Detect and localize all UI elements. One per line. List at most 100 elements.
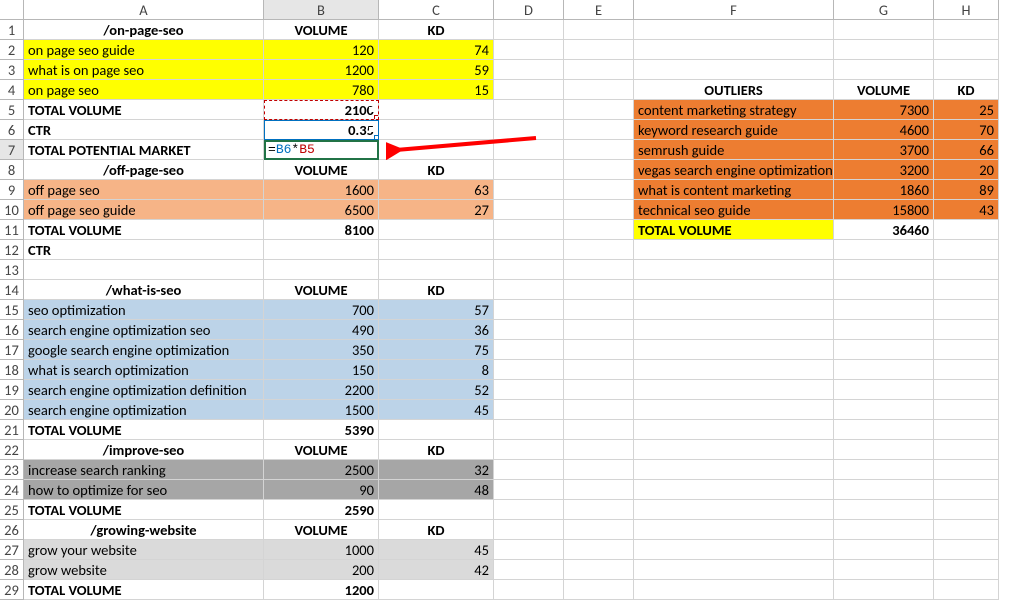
cell[interactable] bbox=[834, 480, 934, 500]
row-27[interactable]: 27 bbox=[0, 540, 24, 560]
cell[interactable] bbox=[494, 260, 564, 280]
cell[interactable] bbox=[564, 320, 634, 340]
cell[interactable] bbox=[934, 320, 999, 340]
cell[interactable]: 74 bbox=[379, 40, 494, 60]
cell[interactable] bbox=[564, 20, 634, 40]
cell[interactable]: TOTAL VOLUME bbox=[24, 220, 264, 240]
row-24[interactable]: 24 bbox=[0, 480, 24, 500]
cell[interactable]: TOTAL VOLUME bbox=[24, 100, 264, 120]
col-H[interactable]: H bbox=[934, 0, 999, 20]
cell[interactable] bbox=[494, 160, 564, 180]
cell[interactable] bbox=[564, 260, 634, 280]
cell[interactable]: 27 bbox=[379, 200, 494, 220]
cell[interactable] bbox=[934, 500, 999, 520]
cell[interactable]: search engine optimization definition bbox=[24, 380, 264, 400]
cell[interactable]: 36 bbox=[379, 320, 494, 340]
cell[interactable] bbox=[264, 240, 379, 260]
cell[interactable]: semrush guide bbox=[634, 140, 834, 160]
cell[interactable] bbox=[564, 140, 634, 160]
cell[interactable]: how to optimize for seo bbox=[24, 480, 264, 500]
row-7[interactable]: 7 bbox=[0, 140, 24, 160]
cell[interactable]: 32 bbox=[379, 460, 494, 480]
cell[interactable] bbox=[564, 80, 634, 100]
cell[interactable]: 2200 bbox=[264, 380, 379, 400]
cell[interactable] bbox=[494, 500, 564, 520]
cell[interactable] bbox=[564, 560, 634, 580]
cell[interactable] bbox=[934, 20, 999, 40]
cell[interactable] bbox=[634, 240, 834, 260]
cell-B7-editing[interactable]: =B6*B5 bbox=[264, 140, 379, 160]
cell[interactable]: 52 bbox=[379, 380, 494, 400]
cell[interactable]: 36460 bbox=[834, 220, 934, 240]
cell[interactable] bbox=[564, 540, 634, 560]
cell[interactable] bbox=[834, 360, 934, 380]
cell[interactable]: what is content marketing bbox=[634, 180, 834, 200]
cell[interactable] bbox=[494, 180, 564, 200]
cell[interactable] bbox=[634, 300, 834, 320]
cell[interactable]: 8100 bbox=[264, 220, 379, 240]
cell[interactable] bbox=[379, 420, 494, 440]
cell[interactable] bbox=[494, 220, 564, 240]
cell[interactable]: VOLUME bbox=[834, 80, 934, 100]
cell[interactable]: on page seo guide bbox=[24, 40, 264, 60]
select-all-corner[interactable] bbox=[0, 0, 24, 20]
cell[interactable] bbox=[834, 340, 934, 360]
cell[interactable]: KD bbox=[379, 20, 494, 40]
row-11[interactable]: 11 bbox=[0, 220, 24, 240]
cell[interactable] bbox=[564, 180, 634, 200]
row-6[interactable]: 6 bbox=[0, 120, 24, 140]
cell[interactable] bbox=[494, 420, 564, 440]
cell[interactable] bbox=[564, 240, 634, 260]
cell[interactable] bbox=[494, 360, 564, 380]
cell[interactable] bbox=[494, 520, 564, 540]
cell[interactable] bbox=[564, 220, 634, 240]
cell[interactable]: 63 bbox=[379, 180, 494, 200]
cell[interactable] bbox=[834, 400, 934, 420]
row-19[interactable]: 19 bbox=[0, 380, 24, 400]
cell[interactable] bbox=[379, 120, 494, 140]
cell[interactable] bbox=[634, 500, 834, 520]
cell[interactable] bbox=[934, 460, 999, 480]
cell[interactable] bbox=[494, 140, 564, 160]
cell[interactable]: VOLUME bbox=[264, 160, 379, 180]
cell-B5[interactable]: 2100 bbox=[264, 100, 379, 120]
cell[interactable]: vegas search engine optimization bbox=[634, 160, 834, 180]
cell[interactable]: what is on page seo bbox=[24, 60, 264, 80]
cell[interactable]: 42 bbox=[379, 560, 494, 580]
cell[interactable]: google search engine optimization bbox=[24, 340, 264, 360]
cell[interactable] bbox=[634, 320, 834, 340]
cell[interactable]: TOTAL VOLUME bbox=[24, 420, 264, 440]
cell[interactable]: what is search optimization bbox=[24, 360, 264, 380]
cell[interactable]: 75 bbox=[379, 340, 494, 360]
cell[interactable] bbox=[564, 460, 634, 480]
cell[interactable]: VOLUME bbox=[264, 440, 379, 460]
cell[interactable] bbox=[494, 440, 564, 460]
cell[interactable] bbox=[934, 220, 999, 240]
cell[interactable] bbox=[934, 480, 999, 500]
cell[interactable]: KD bbox=[379, 160, 494, 180]
row-23[interactable]: 23 bbox=[0, 460, 24, 480]
cell[interactable]: VOLUME bbox=[264, 520, 379, 540]
cell[interactable]: 150 bbox=[264, 360, 379, 380]
cell[interactable]: 45 bbox=[379, 540, 494, 560]
cell[interactable] bbox=[379, 500, 494, 520]
cell[interactable] bbox=[634, 20, 834, 40]
cell[interactable] bbox=[379, 580, 494, 600]
cell[interactable]: technical seo guide bbox=[634, 200, 834, 220]
cell[interactable]: 57 bbox=[379, 300, 494, 320]
cell[interactable]: 25 bbox=[934, 100, 999, 120]
cell[interactable] bbox=[834, 440, 934, 460]
cell[interactable] bbox=[494, 400, 564, 420]
cell[interactable] bbox=[934, 60, 999, 80]
cell[interactable] bbox=[834, 460, 934, 480]
cell[interactable]: 1200 bbox=[264, 580, 379, 600]
cell[interactable]: 48 bbox=[379, 480, 494, 500]
cell[interactable]: 8 bbox=[379, 360, 494, 380]
cell[interactable] bbox=[834, 60, 934, 80]
row-2[interactable]: 2 bbox=[0, 40, 24, 60]
cell[interactable] bbox=[934, 240, 999, 260]
cell[interactable] bbox=[934, 580, 999, 600]
col-A[interactable]: A bbox=[24, 0, 264, 20]
cell[interactable] bbox=[634, 260, 834, 280]
cell[interactable]: 5390 bbox=[264, 420, 379, 440]
